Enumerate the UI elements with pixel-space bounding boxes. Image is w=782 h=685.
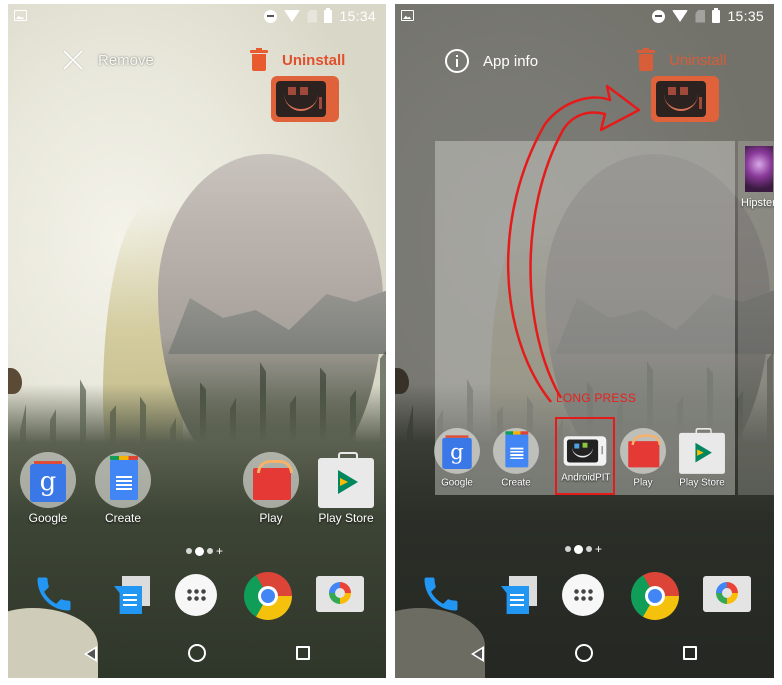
status-bar: 15:34 [8,4,386,28]
page-indicator[interactable]: + [565,543,602,555]
app-label: Create [501,476,531,488]
app-play-store[interactable]: Play Store [308,452,384,525]
app-label: Play [633,476,653,488]
play-folder-icon [620,428,666,474]
uninstall-label: Uninstall [282,51,346,69]
status-time: 15:34 [339,8,376,24]
phone-icon [37,577,71,611]
app-androidpit[interactable]: AndroidPIT [561,428,611,483]
home-icon[interactable] [188,644,206,662]
dock-messenger[interactable] [493,570,545,622]
remove-drop-target[interactable]: Remove [62,49,154,71]
camera-icon [703,576,751,612]
dragged-androidpit-icon[interactable] [271,76,339,122]
back-icon[interactable] [84,646,97,662]
home-icon[interactable] [575,644,593,662]
remove-label: Remove [98,51,154,69]
add-page-icon[interactable]: + [595,543,602,555]
create-folder-icon [95,452,151,508]
app-google[interactable]: g Google [433,428,481,488]
back-icon[interactable] [471,646,484,662]
chrome-icon [244,572,292,620]
app-play[interactable]: Play [233,452,309,525]
battery-icon [324,7,333,23]
navigation-bar [395,630,774,678]
play-store-icon [679,428,725,474]
androidpit-icon [563,436,607,466]
page-dot-active[interactable] [574,544,583,554]
app-label: Google [28,511,68,525]
google-folder-icon: g [434,428,480,474]
no-sim-icon [307,9,318,23]
app-label: AndroidPIT [561,471,611,483]
arrow-outline [507,84,641,403]
camera-icon [316,576,364,612]
phone-icon [424,577,458,611]
add-page-icon[interactable]: + [216,545,223,557]
recents-icon[interactable] [683,646,697,660]
dock-app-drawer[interactable] [171,570,223,622]
dock-messenger[interactable] [106,570,158,622]
dock-camera[interactable] [314,570,366,622]
long-press-annotation: LONG PRESS [556,391,637,405]
play-store-icon [318,452,374,508]
app-drawer-icon [175,574,217,616]
home-screen-drag-state: 15:34 Remove Uninstall g Google Create P… [8,4,386,678]
dock-camera[interactable] [701,570,753,622]
app-play-store[interactable]: Play Store [678,428,726,488]
uninstall-drop-target[interactable]: Uninstall [250,48,345,72]
play-folder-icon [243,452,299,508]
app-label: Create [104,511,142,525]
home-screen-overview-state: 15:35 App info Uninstall Hipster LONG PR… [395,4,774,678]
chrome-icon [631,572,679,620]
dock-chrome[interactable] [242,570,294,622]
app-create[interactable]: Create [492,428,540,488]
dock-phone[interactable] [415,570,467,622]
recents-icon[interactable] [296,646,310,660]
dock-app-drawer[interactable] [558,570,610,622]
page-indicator[interactable]: + [186,545,223,557]
messenger-icon [495,574,541,618]
page-dot[interactable] [207,548,213,554]
app-create[interactable]: Create [85,452,161,525]
create-folder-icon [493,428,539,474]
app-label: Play Store [679,476,725,488]
dock [8,570,386,622]
dock-chrome[interactable] [629,570,681,622]
messenger-icon [108,574,154,618]
app-label: Google [441,476,473,488]
app-drawer-icon [562,574,604,616]
close-icon [62,49,84,71]
dock [395,570,774,622]
trash-icon [250,48,268,72]
page-dot[interactable] [565,546,571,552]
page-dot-active[interactable] [195,546,204,556]
google-folder-icon: g [20,452,76,508]
app-label: Play [259,511,283,525]
wifi-icon [284,10,301,22]
app-label: Play Store [318,511,374,525]
do-not-disturb-icon [264,9,278,23]
gallery-icon [14,10,27,21]
navigation-bar [8,630,386,678]
dock-phone[interactable] [28,570,80,622]
app-google[interactable]: g Google [10,452,86,525]
page-dot[interactable] [586,546,592,552]
app-play[interactable]: Play [619,428,667,488]
page-dot[interactable] [186,548,192,554]
